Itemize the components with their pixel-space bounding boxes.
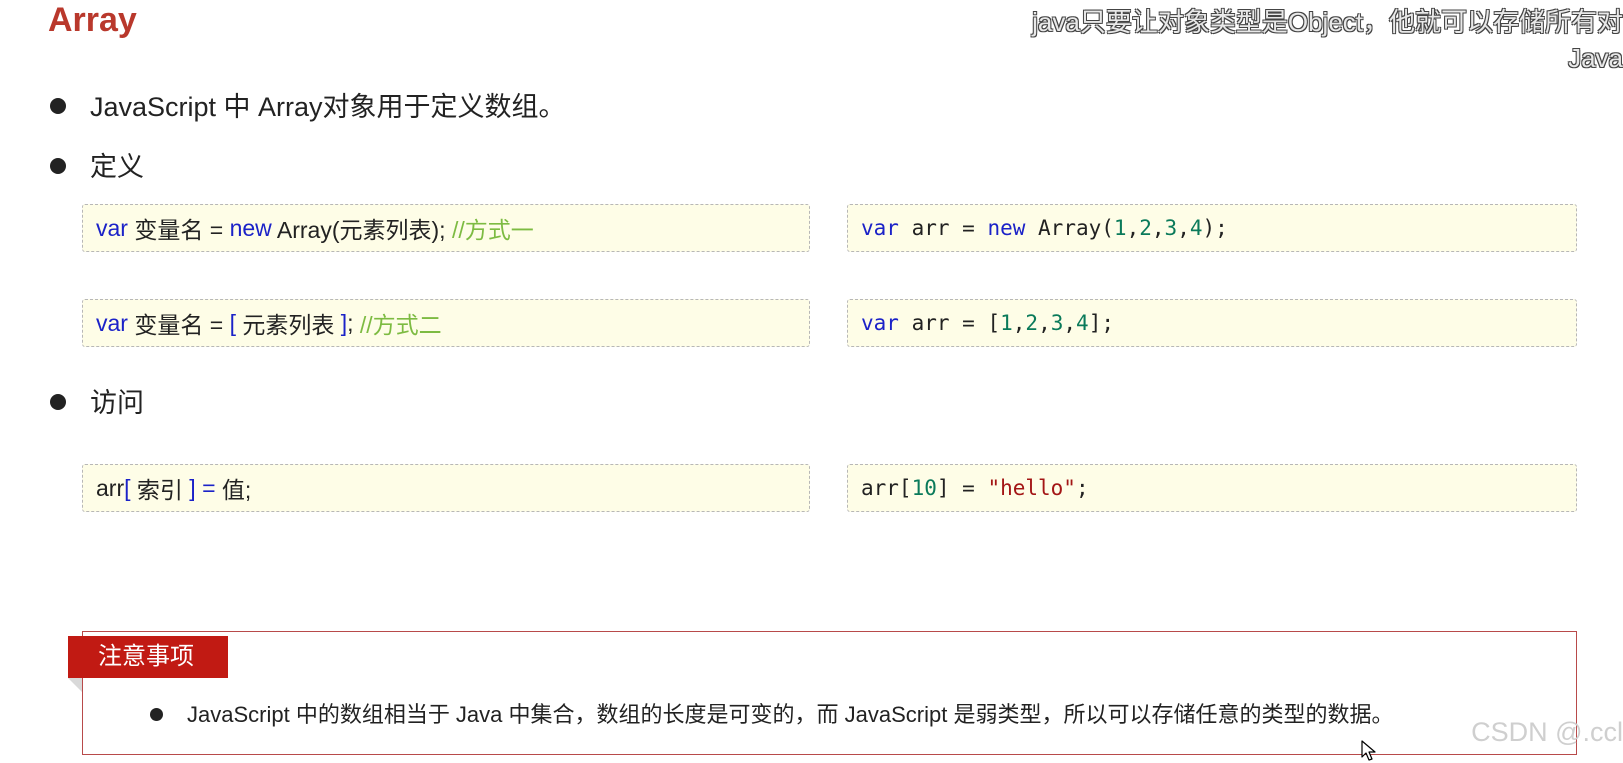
- bullet-define-text: 定义: [90, 152, 144, 182]
- code-text: Array(元素列表);: [271, 217, 452, 243]
- code-number: 1: [1113, 216, 1127, 240]
- code-text: ,: [1012, 311, 1026, 335]
- code-syntax-1: var 变量名 = new Array(元素列表); //方式一: [82, 204, 810, 252]
- code-number: 3: [1164, 216, 1178, 240]
- note-item: JavaScript 中的数组相当于 Java 中集合，数组的长度是可变的，而 …: [150, 700, 1393, 730]
- code-string: "hello": [987, 476, 1076, 500]
- code-text: ,: [1177, 216, 1190, 240]
- bullet-access: 访问: [50, 385, 144, 421]
- code-text: ];: [1088, 311, 1114, 335]
- code-text: ,: [1126, 216, 1140, 240]
- note-tag-fold: [68, 678, 82, 692]
- keyword: var: [861, 216, 899, 240]
- code-text: Array(: [1025, 216, 1114, 240]
- bullet-dot-icon: [50, 157, 66, 174]
- code-text: ;: [347, 309, 360, 336]
- code-text: 元素列表: [235, 312, 341, 338]
- code-number: 3: [1050, 311, 1064, 335]
- code-comment: //方式二: [359, 312, 442, 338]
- bullet-dot-icon: [150, 707, 163, 721]
- code-text: arr =: [898, 216, 988, 240]
- keyword: var: [861, 311, 899, 335]
- watermark: CSDN @.ccl: [1471, 717, 1623, 747]
- bullet-access-text: 访问: [90, 388, 144, 418]
- keyword: var: [96, 309, 128, 336]
- code-example-1: var arr = new Array(1, 2, 3, 4);: [847, 204, 1577, 252]
- code-text: );: [1202, 216, 1228, 240]
- mouse-pointer-icon: [1361, 740, 1376, 761]
- code-comment: //方式一: [451, 217, 534, 243]
- bullet-intro-text: JavaScript 中 Array对象用于定义数组。: [90, 92, 566, 122]
- code-text: ;: [1075, 476, 1089, 500]
- code-example-2: var arr = [1, 2, 3, 4];: [847, 299, 1577, 347]
- note-tag: 注意事项: [68, 636, 228, 678]
- subtitle-overlay: java只要让对象类型是Object，他就可以存储所有对 Java: [903, 4, 1623, 76]
- code-access-example: arr[10] = "hello";: [847, 464, 1577, 512]
- code-number: 4: [1189, 216, 1203, 240]
- code-text: ,: [1038, 311, 1051, 335]
- bullet-intro: JavaScript 中 Array对象用于定义数组。: [50, 89, 566, 125]
- code-text: ,: [1151, 216, 1165, 240]
- code-operator: =: [195, 474, 222, 501]
- note-box: [82, 631, 1577, 755]
- code-text: arr = [: [898, 311, 1001, 335]
- subtitle-line-2: Java: [1568, 43, 1623, 73]
- code-number: 2: [1025, 311, 1039, 335]
- bullet-define: 定义: [50, 149, 144, 185]
- note-item-text: JavaScript 中的数组相当于 Java 中集合，数组的长度是可变的，而 …: [187, 702, 1394, 727]
- keyword: var: [96, 214, 128, 241]
- code-text: ] =: [936, 476, 988, 500]
- code-number: 1: [1000, 311, 1013, 335]
- code-number: 2: [1139, 216, 1152, 240]
- slide-title: Array: [48, 1, 137, 39]
- bullet-dot-icon: [50, 393, 66, 410]
- code-access-syntax: arr[ 索引 ] = 值;: [82, 464, 810, 512]
- code-text: arr: [96, 474, 125, 501]
- bullet-dot-icon: [50, 97, 66, 114]
- code-text: 变量名 =: [127, 217, 230, 243]
- subtitle-line-1: java只要让对象类型是Object，他就可以存储所有对: [1032, 7, 1623, 37]
- code-text: arr[: [861, 476, 912, 500]
- code-text: 变量名 =: [127, 312, 230, 338]
- keyword: new: [987, 216, 1026, 240]
- code-number: 10: [911, 476, 937, 500]
- code-number: 4: [1076, 311, 1089, 335]
- code-text: 索引: [130, 477, 190, 503]
- code-text: ,: [1063, 311, 1077, 335]
- code-syntax-2: var 变量名 = [ 元素列表 ]; //方式二: [82, 299, 810, 347]
- code-text: 值;: [221, 477, 252, 503]
- keyword: new: [229, 214, 272, 241]
